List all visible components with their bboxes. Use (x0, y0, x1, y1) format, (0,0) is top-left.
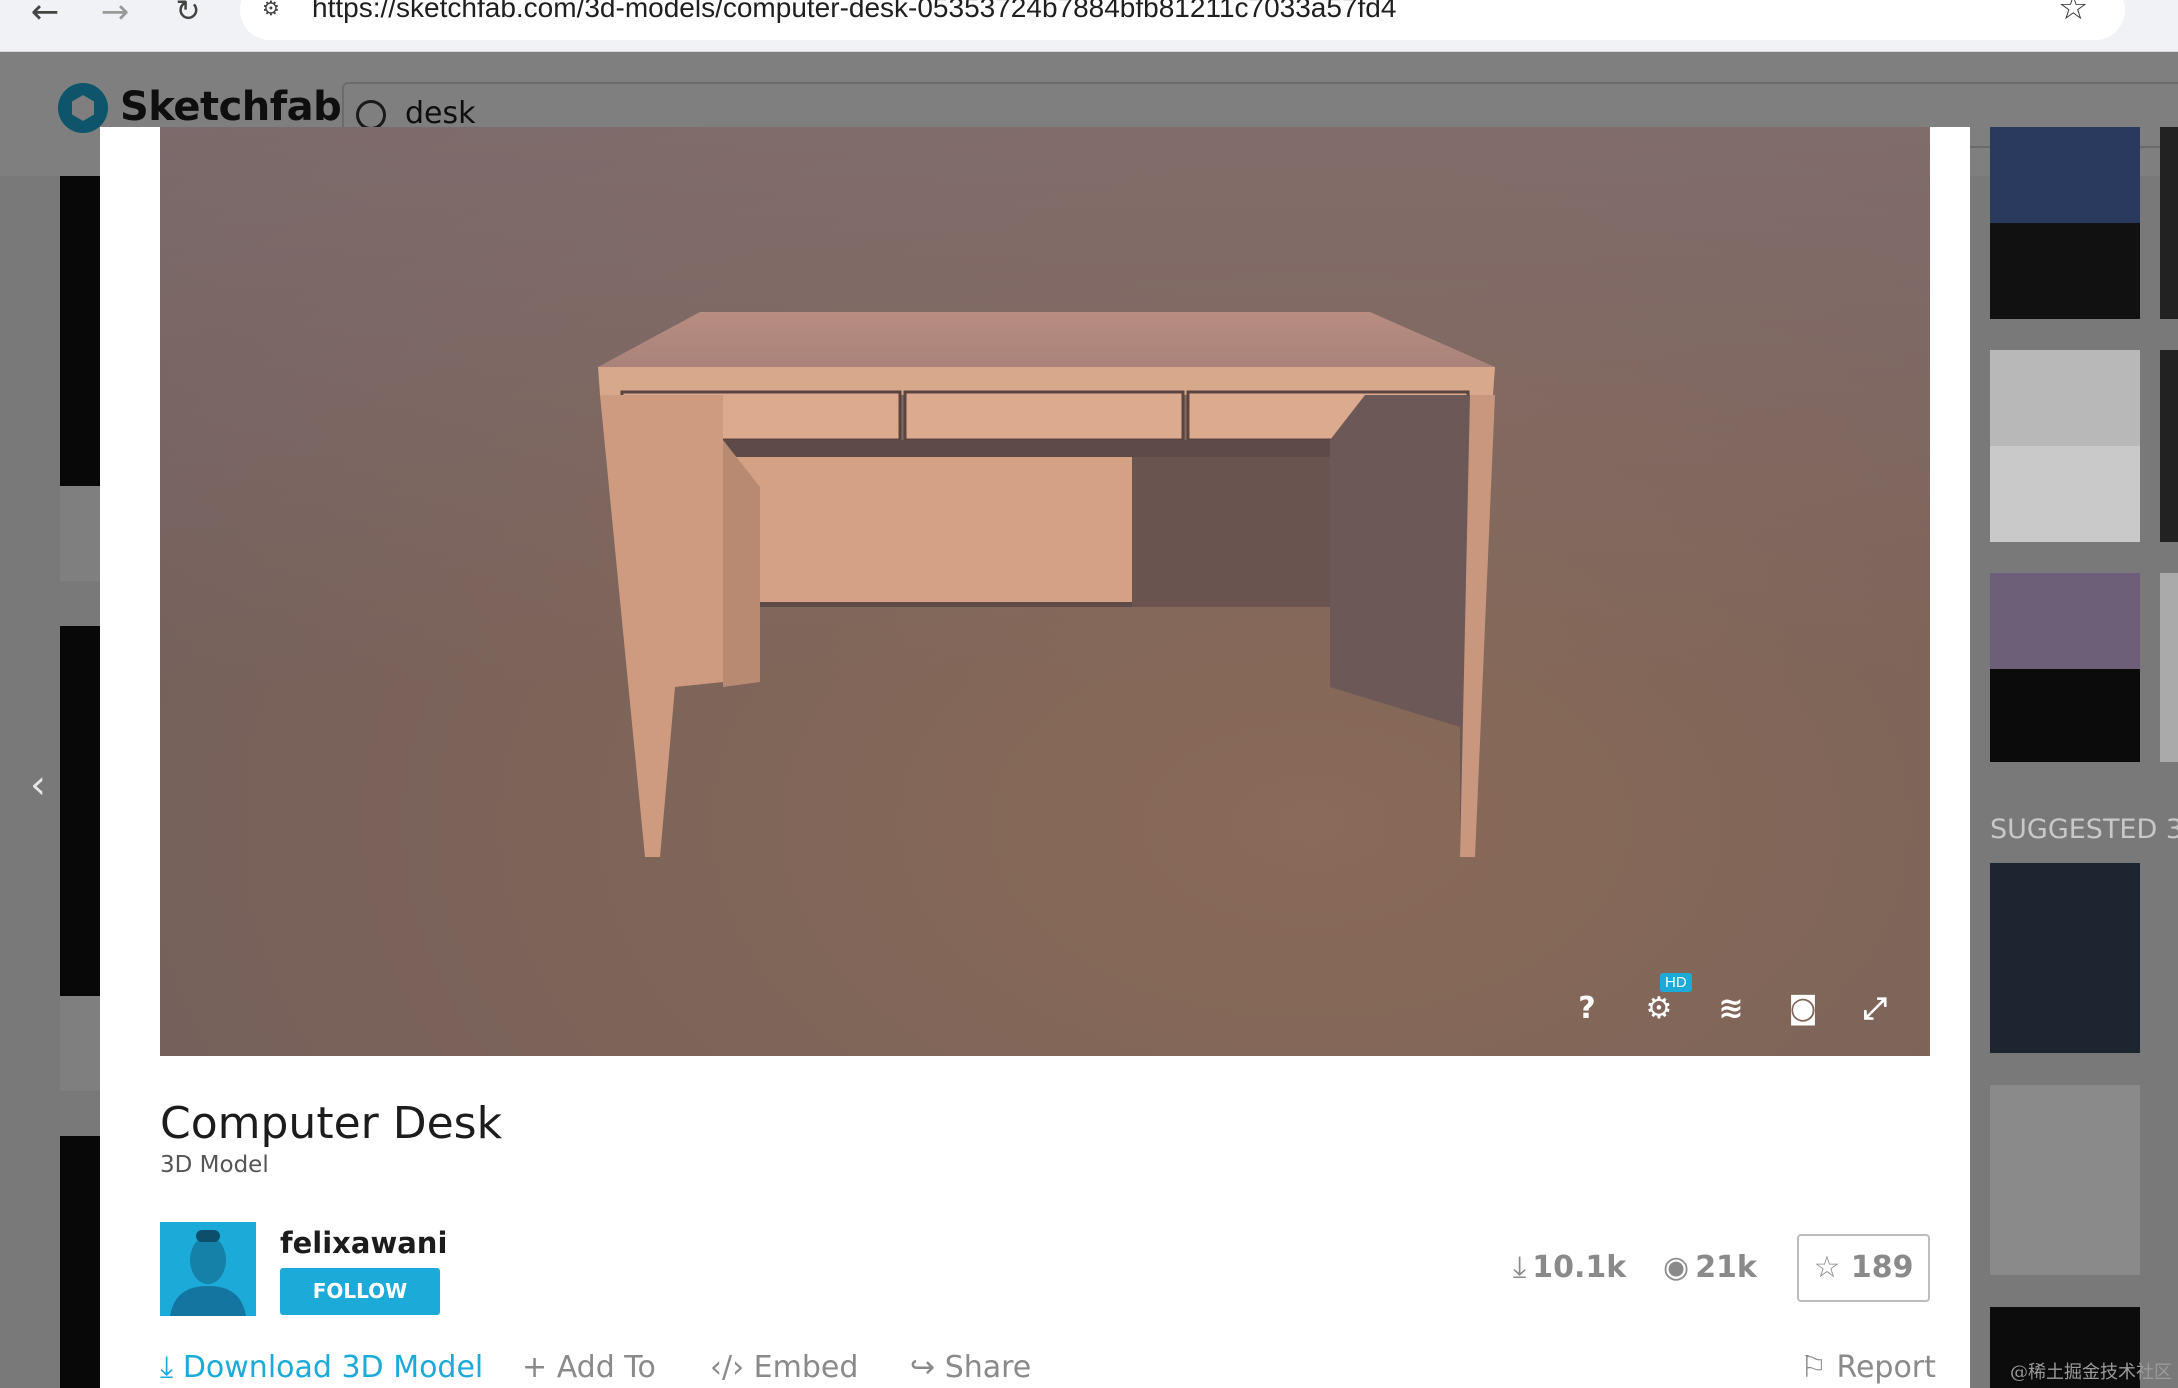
like-button[interactable]: ☆ 189 (1797, 1234, 1930, 1302)
settings-gear-icon[interactable]: ⚙ (1637, 987, 1681, 1031)
plus-icon: + (522, 1350, 548, 1385)
suggested-thumbnail[interactable] (1990, 1085, 2140, 1275)
view-count: ◉ 21k (1663, 1250, 1757, 1285)
help-icon[interactable]: ? (1565, 987, 1609, 1031)
layers-icon[interactable]: ≋ (1709, 987, 1753, 1031)
related-thumbnail[interactable] (1990, 573, 2140, 669)
related-thumbnail-edge (2160, 573, 2178, 762)
model-subtitle: 3D Model (160, 1152, 269, 1178)
embed-label: Embed (753, 1350, 859, 1385)
related-thumbnail[interactable] (1990, 669, 2140, 762)
related-thumbnail[interactable] (1990, 127, 2140, 223)
related-thumbnail[interactable] (1990, 223, 2140, 319)
embed-button[interactable]: ‹/› Embed (710, 1350, 858, 1385)
code-icon: ‹/› (710, 1350, 745, 1385)
3d-viewer[interactable]: ? ⚙ HD ≋ ◙ ⤢ (160, 127, 1930, 1056)
avatar-portrait (160, 1222, 256, 1316)
browser-toolbar: ← → ↻ ⚙ https://sketchfab.com/3d-models/… (0, 0, 2178, 52)
author-avatar[interactable] (160, 1222, 256, 1316)
download-label: Download 3D Model (182, 1350, 484, 1385)
related-thumbnail[interactable] (1990, 446, 2140, 542)
view-count-value: 21k (1695, 1250, 1757, 1285)
download-icon: ⤓ (160, 1350, 174, 1385)
add-to-label: Add To (556, 1350, 656, 1385)
viewer-toolbar: ? ⚙ HD ≋ ◙ ⤢ (160, 127, 1930, 1056)
related-thumbnail-edge (2160, 350, 2178, 542)
url-text[interactable]: https://sketchfab.com/3d-models/computer… (312, 0, 1396, 24)
author-name[interactable]: felixawani (280, 1226, 447, 1260)
watermark-text: @稀土掘金技术社区 (2010, 1362, 2172, 1383)
download-count: ⤓ 10.1k (1513, 1250, 1626, 1285)
fullscreen-icon[interactable]: ⤢ (1853, 987, 1897, 1031)
report-button[interactable]: ⚐ Report (1800, 1350, 1936, 1385)
related-thumbnail[interactable] (1990, 350, 2140, 446)
like-count: 189 (1850, 1250, 1914, 1285)
previous-model-chevron-icon[interactable]: ‹ (30, 762, 46, 808)
related-thumbnail-edge (2160, 127, 2178, 319)
vr-headset-icon[interactable]: ◙ (1781, 987, 1825, 1031)
bookmark-star-icon[interactable]: ☆ (2058, 0, 2088, 28)
star-icon: ☆ (1813, 1250, 1841, 1285)
eye-icon: ◉ (1663, 1250, 1690, 1285)
add-to-button[interactable]: + Add To (522, 1350, 656, 1385)
share-label: Share (944, 1350, 1032, 1385)
download-count-value: 10.1k (1532, 1250, 1627, 1285)
flag-icon: ⚐ (1800, 1350, 1827, 1385)
hd-badge: HD (1660, 973, 1692, 992)
report-label: Report (1836, 1350, 1936, 1385)
share-arrow-icon: ↪ (910, 1350, 936, 1385)
site-settings-icon[interactable]: ⚙ (262, 0, 296, 20)
download-model-link[interactable]: ⤓ Download 3D Model (160, 1350, 483, 1385)
suggested-heading: SUGGESTED 3I (1990, 814, 2178, 845)
share-button[interactable]: ↪ Share (910, 1350, 1031, 1385)
suggested-thumbnail[interactable] (1990, 863, 2140, 1053)
back-arrow-icon[interactable]: ← (25, 0, 65, 30)
follow-button[interactable]: FOLLOW (280, 1268, 440, 1315)
reload-icon[interactable]: ↻ (168, 0, 208, 30)
model-title: Computer Desk (160, 1098, 503, 1149)
forward-arrow-icon[interactable]: → (95, 0, 135, 30)
download-icon: ⤓ (1513, 1250, 1527, 1285)
